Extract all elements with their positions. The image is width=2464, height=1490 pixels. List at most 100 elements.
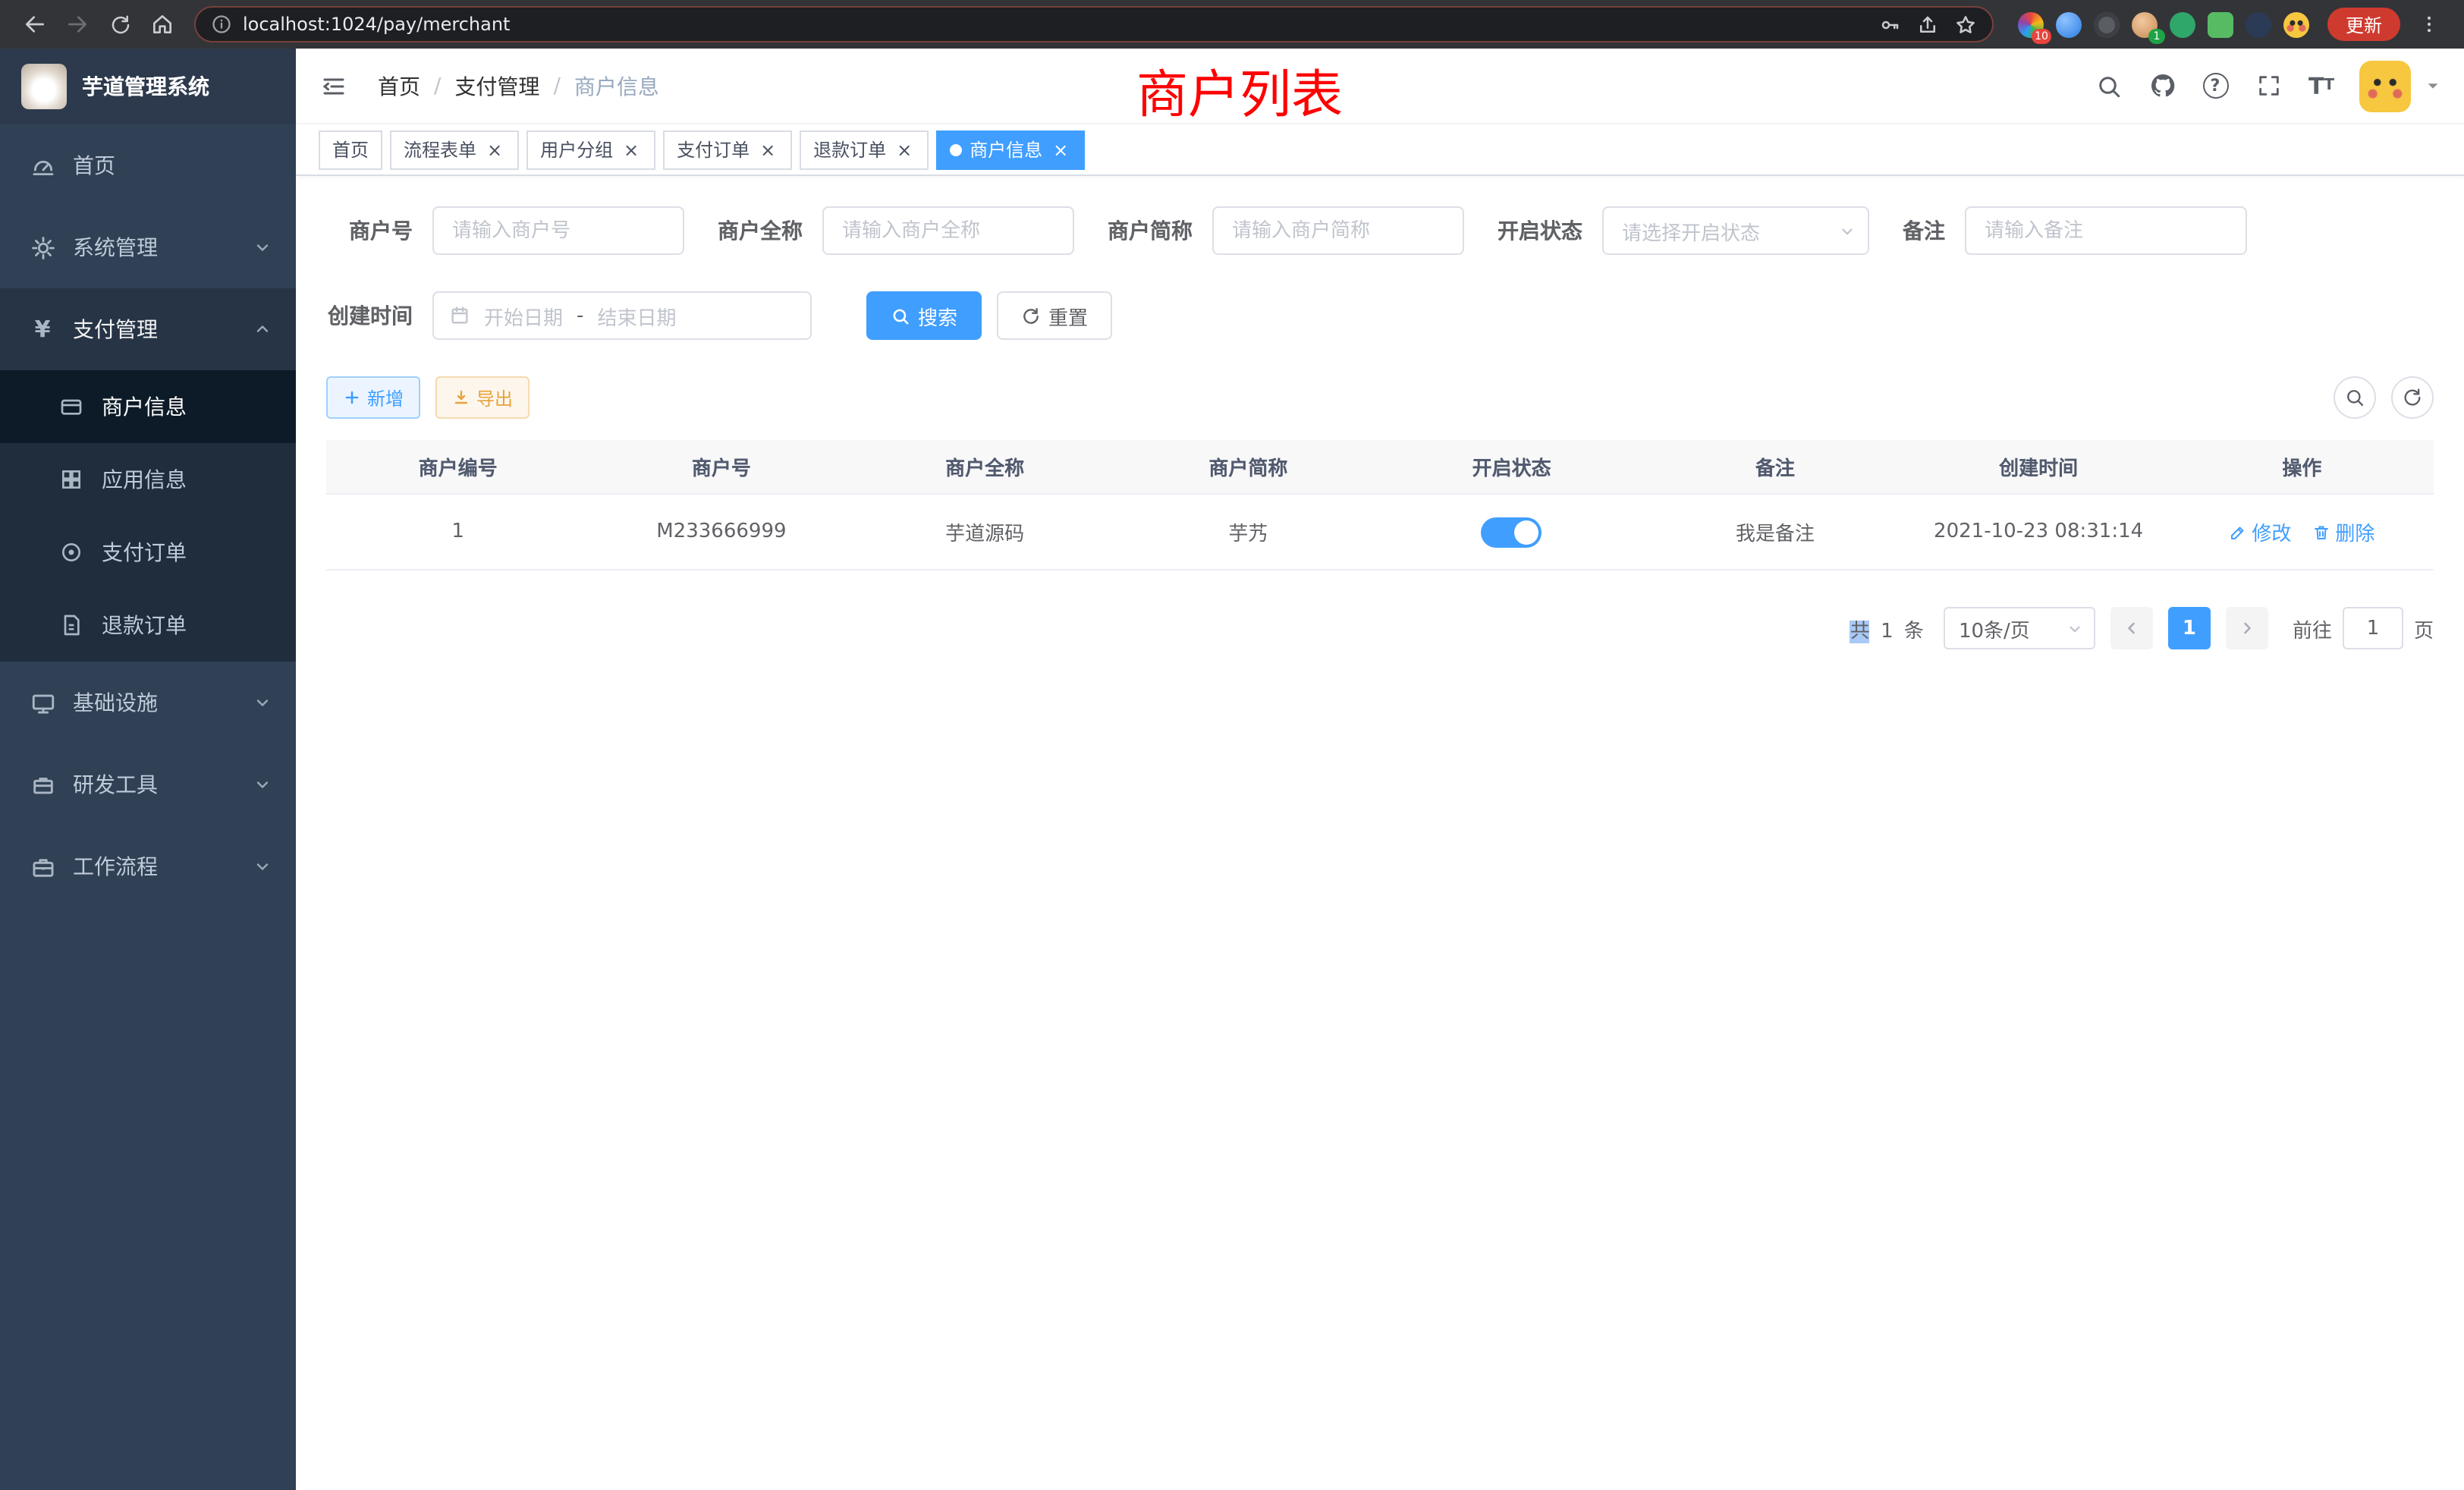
merchant-no-input[interactable]	[432, 206, 684, 255]
breadcrumb-home[interactable]: 首页	[378, 71, 420, 101]
refresh-table-icon[interactable]	[2391, 376, 2434, 419]
tag-home[interactable]: 首页	[319, 130, 382, 169]
url-text: localhost:1024/pay/merchant	[243, 14, 1868, 35]
full-name-input[interactable]	[822, 206, 1074, 255]
extension-colorful-icon[interactable]: 10	[2018, 11, 2044, 37]
tag-user-group[interactable]: 用户分组	[526, 130, 655, 169]
tag-merchant-info[interactable]: 商户信息	[936, 130, 1085, 169]
sidebar-item-pay-order[interactable]: 支付订单	[0, 516, 296, 589]
short-name-input[interactable]	[1212, 206, 1464, 255]
tag-refund-order[interactable]: 退款订单	[800, 130, 929, 169]
extension-blue-drop-icon[interactable]	[2056, 11, 2082, 37]
sidebar-item-payment[interactable]: 支付管理	[0, 288, 296, 370]
start-date-placeholder: 开始日期	[484, 301, 563, 330]
extension-green-square-icon[interactable]	[2208, 11, 2233, 37]
extension-avatar-icon[interactable]: 1	[2132, 11, 2158, 37]
github-icon[interactable]	[2147, 71, 2177, 101]
cell-short-name: 芋艿	[1117, 517, 1380, 546]
prev-page-button[interactable]	[2110, 607, 2153, 649]
sidebar-item-label: 支付管理	[73, 314, 158, 344]
field-label: 备注	[1903, 215, 1965, 246]
cell-merchant-no: M233666999	[589, 520, 853, 543]
breadcrumb: 首页 / 支付管理 / 商户信息	[378, 71, 659, 101]
extension-green-circle-icon[interactable]	[2170, 11, 2195, 37]
add-button[interactable]: 新增	[326, 376, 420, 419]
close-icon[interactable]	[894, 139, 915, 160]
cell-create-time: 2021-10-23 08:31:14	[1907, 520, 2170, 543]
avatar-caret-icon[interactable]	[2425, 77, 2441, 94]
dashboard-icon	[29, 152, 56, 178]
browser-update-button[interactable]: 更新	[2327, 8, 2400, 41]
share-icon[interactable]	[1916, 13, 1939, 36]
tag-process-form[interactable]: 流程表单	[390, 130, 519, 169]
reset-button[interactable]: 重置	[997, 291, 1112, 340]
filter-row-2: 创建时间 开始日期 - 结束日期 搜索	[326, 291, 2434, 340]
extension-badge: 10	[2032, 28, 2051, 43]
goto-page-input[interactable]	[2343, 607, 2403, 649]
font-size-icon[interactable]	[2306, 71, 2337, 101]
merchant-table: 商户编号 商户号 商户全称 商户简称 开启状态 备注 创建时间 操作 1 M23…	[326, 440, 2434, 571]
browser-profile-avatar[interactable]	[2283, 11, 2309, 37]
next-page-button[interactable]	[2226, 607, 2268, 649]
breadcrumb-payment[interactable]: 支付管理	[454, 71, 539, 101]
sidebar-item-merchant-info[interactable]: 商户信息	[0, 370, 296, 443]
search-button[interactable]: 搜索	[866, 291, 982, 340]
close-icon[interactable]	[484, 139, 505, 160]
breadcrumb-current: 商户信息	[574, 71, 659, 101]
user-avatar[interactable]	[2359, 60, 2411, 112]
sidebar-toggle-icon[interactable]	[314, 66, 354, 105]
cell-actions: 修改 删除	[2170, 517, 2434, 546]
chevron-down-icon	[253, 693, 272, 712]
sidebar-item-workflow[interactable]: 工作流程	[0, 825, 296, 907]
search-icon[interactable]	[2094, 71, 2124, 101]
browser-menu-dots-icon[interactable]	[2409, 5, 2449, 44]
cell-full-name: 芋道源码	[853, 517, 1117, 546]
goto-label: 前往	[2293, 614, 2332, 643]
column-header: 创建时间	[1907, 452, 2170, 481]
card-icon	[58, 395, 85, 419]
column-header: 商户简称	[1117, 452, 1380, 481]
tag-label: 退款订单	[813, 137, 886, 162]
remark-input[interactable]	[1965, 206, 2247, 255]
tag-pay-order[interactable]: 支付订单	[663, 130, 792, 169]
cell-merchant-id: 1	[326, 520, 589, 543]
page-number-button[interactable]: 1	[2168, 607, 2211, 649]
sidebar-item-dev-tools[interactable]: 研发工具	[0, 743, 296, 825]
browser-refresh-icon[interactable]	[100, 5, 140, 44]
extension-dark-circle-icon[interactable]	[2094, 11, 2120, 37]
browser-forward-icon[interactable]	[58, 5, 97, 44]
sidebar-item-app-info[interactable]: 应用信息	[0, 443, 296, 516]
delete-link[interactable]: 删除	[2312, 517, 2374, 546]
show-search-toggle-icon[interactable]	[2334, 376, 2376, 419]
password-key-icon[interactable]	[1878, 13, 1901, 36]
bookmark-star-icon[interactable]	[1954, 13, 1977, 36]
close-icon[interactable]	[1050, 139, 1071, 160]
goto-suffix: 页	[2414, 614, 2434, 643]
status-select[interactable]: 请选择开启状态	[1602, 206, 1869, 255]
site-info-icon[interactable]	[211, 14, 232, 35]
extension-dark-navy-icon[interactable]	[2246, 11, 2271, 37]
page-size-select[interactable]: 10条/页	[1944, 607, 2095, 649]
sidebar-item-label: 支付订单	[102, 537, 187, 567]
sidebar-item-system[interactable]: 系统管理	[0, 206, 296, 288]
browser-home-icon[interactable]	[143, 5, 182, 44]
help-icon[interactable]	[2200, 71, 2230, 101]
url-bar[interactable]: localhost:1024/pay/merchant	[194, 6, 1994, 42]
close-icon[interactable]	[621, 139, 642, 160]
fullscreen-icon[interactable]	[2253, 71, 2283, 101]
sidebar-item-home[interactable]: 首页	[0, 124, 296, 206]
date-range-picker[interactable]: 开始日期 - 结束日期	[432, 291, 812, 340]
export-button[interactable]: 导出	[435, 376, 530, 419]
target-icon	[58, 540, 85, 564]
main-area: 首页 / 支付管理 / 商户信息 商户列表	[296, 49, 2464, 1490]
browser-back-icon[interactable]	[15, 5, 55, 44]
sidebar-item-infrastructure[interactable]: 基础设施	[0, 662, 296, 743]
table-row: 1 M233666999 芋道源码 芋艿 我是备注 2021-10-23 08:…	[326, 495, 2434, 571]
close-icon[interactable]	[757, 139, 778, 160]
status-toggle[interactable]	[1482, 517, 1542, 547]
edit-link[interactable]: 修改	[2229, 517, 2291, 546]
filter-remark: 备注	[1903, 206, 2247, 255]
sidebar-item-refund-order[interactable]: 退款订单	[0, 589, 296, 662]
sidebar-logo[interactable]: 芋道管理系统	[0, 49, 296, 124]
sidebar-item-label: 商户信息	[102, 391, 187, 422]
